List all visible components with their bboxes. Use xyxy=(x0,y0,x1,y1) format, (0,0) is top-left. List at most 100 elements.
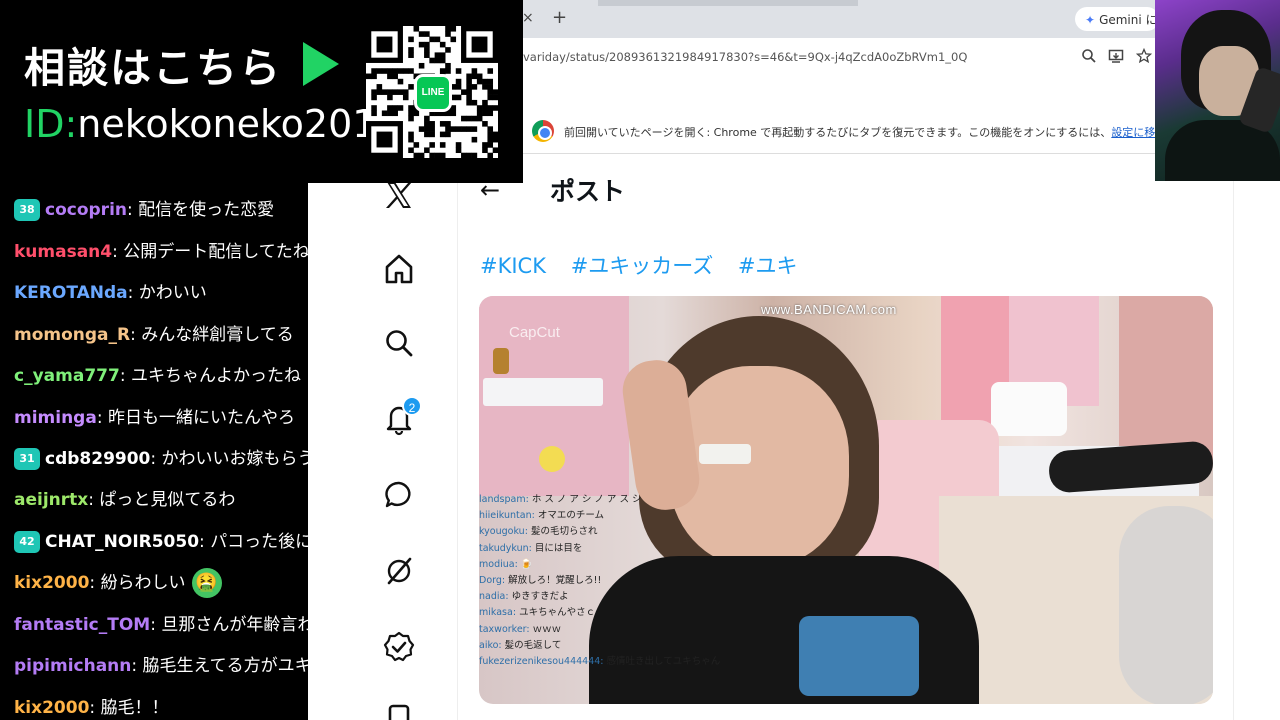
chat-message: aeijnrtx: ぱっと見似てるわ xyxy=(14,485,235,515)
chat-message: miminga: 昨日も一緒にいたんやろ xyxy=(14,403,295,433)
gemini-button[interactable]: ✦Gemini に相 xyxy=(1075,7,1159,31)
chat-message: kix2000: 脇毛！！ xyxy=(14,693,169,720)
zoom-icon[interactable] xyxy=(1081,48,1097,64)
chat-username[interactable]: c_yama777 xyxy=(14,366,120,386)
bookmark-star-icon[interactable] xyxy=(1135,47,1153,64)
consult-banner: 相談はこちら ID:nekokoneko2018 LINE xyxy=(0,0,523,183)
verified-icon[interactable] xyxy=(382,630,416,664)
video-chat-line: fukezerizenikesou444444: 感情吐き出してユキちゃん xyxy=(479,656,721,668)
chat-message: momonga_R: みんな絆創膏してる xyxy=(14,320,294,350)
chat-username[interactable]: miminga xyxy=(14,408,97,428)
chat-separator: : xyxy=(96,408,108,428)
white-shelf xyxy=(483,378,603,406)
shirt-print xyxy=(799,616,919,696)
search-icon[interactable] xyxy=(382,326,416,360)
video-chat-line: landspam: ホ ス ノ ア シ ノ ア ス シ xyxy=(479,494,642,505)
subscriber-badge: 38 xyxy=(14,199,40,221)
line-id-label: ID: xyxy=(24,102,78,146)
niconico-plush xyxy=(991,382,1067,436)
hashtag-link[interactable]: #ユキッカーズ xyxy=(571,254,714,278)
messages-icon[interactable] xyxy=(382,478,416,512)
grok-icon[interactable] xyxy=(382,554,416,588)
chat-text: 脇毛！！ xyxy=(100,698,169,718)
chat-text: 旦那さんが年齢言わ xyxy=(161,615,308,635)
chrome-logo-icon xyxy=(532,120,554,142)
hashtag-link[interactable]: #KICK xyxy=(480,254,546,278)
shelf-bottle xyxy=(493,348,509,374)
chat-username[interactable]: kumasan4 xyxy=(14,242,112,262)
chat-username[interactable]: kix2000 xyxy=(14,573,89,593)
subscriber-badge: 42 xyxy=(14,531,40,553)
chat-username[interactable]: pipimichann xyxy=(14,656,131,676)
chat-separator: : xyxy=(119,366,131,386)
video-chat-overlay: landspam: ホ ス ノ ア シ ノ ア ス シ hiieikuntan:… xyxy=(479,492,779,670)
hashtag-link[interactable]: #ユキ xyxy=(738,254,798,278)
pink-wall xyxy=(1119,296,1213,466)
post-column: ← ポスト #KICK #ユキッカーズ #ユキ www.BANDICAM.com… xyxy=(458,154,1234,720)
x-logo-icon[interactable] xyxy=(382,178,416,212)
tab-close-icon[interactable]: × xyxy=(522,10,534,26)
bookmarks-icon[interactable] xyxy=(382,702,416,720)
chat-text: 脇毛生えてる方がユキ xyxy=(142,656,308,676)
chat-separator: : xyxy=(127,200,139,220)
install-app-icon[interactable] xyxy=(1108,48,1124,64)
sick-emote-icon: 🤮 xyxy=(191,568,222,598)
hashtag-list: #KICK #ユキッカーズ #ユキ xyxy=(480,250,816,280)
post-video[interactable]: www.BANDICAM.com CapCut landspam: ホ ス ノ … xyxy=(479,296,1213,704)
chat-message: fantastic_TOM: 旦那さんが年齢言わ xyxy=(14,610,308,640)
chat-message: kix2000: 紛らわしい 🤮 xyxy=(14,568,222,598)
stream-chat: fantastic_TOM: 38かもわからんよ38cocoprin: 配信を使… xyxy=(0,170,308,720)
chat-text: みんな絆創膏してる xyxy=(141,325,294,345)
gemini-label: Gemini に相 xyxy=(1099,13,1159,27)
chat-text: ユキちゃんよかったね xyxy=(130,366,301,386)
capcut-watermark: CapCut xyxy=(509,324,560,341)
home-icon[interactable] xyxy=(382,252,416,286)
chat-message: c_yama777: ユキちゃんよかったね xyxy=(14,361,301,391)
chat-separator: : xyxy=(150,615,162,635)
play-arrow-icon xyxy=(303,42,339,86)
video-chat-line: kyougoku: 髪の毛切らされ xyxy=(479,526,598,538)
new-tab-button[interactable]: + xyxy=(552,7,567,28)
plush-cat xyxy=(1119,506,1213,704)
chat-username[interactable]: fantastic_TOM xyxy=(14,615,150,635)
chat-username[interactable]: KEROTANda xyxy=(14,283,128,303)
chat-username[interactable]: CHAT_NOIR5050 xyxy=(45,532,199,552)
chat-message: pipimichann: 脇毛生えてる方がユキ xyxy=(14,651,308,681)
streamer-webcam xyxy=(1155,0,1280,181)
infobar-message: 前回開いていたページを開く: Chrome で再起動するたびにタブを復元できます… xyxy=(564,126,1112,139)
video-chat-line: hiieikuntan: オマエのチーム xyxy=(479,510,605,522)
chat-username[interactable]: momonga_R xyxy=(14,325,130,345)
chat-message: kumasan4: 公開デート配信してたね xyxy=(14,237,308,267)
chat-text: ぱっと見似てるわ xyxy=(99,490,236,510)
chat-text: 紛らわしい xyxy=(100,573,186,593)
chat-separator: : xyxy=(89,698,101,718)
subscriber-badge: 31 xyxy=(14,448,40,470)
chat-separator: : xyxy=(89,573,101,593)
banner-title: 相談はこちら xyxy=(24,44,282,92)
line-id-value: nekokoneko2018 xyxy=(77,102,401,146)
gemini-spark-icon: ✦ xyxy=(1085,13,1096,27)
chat-separator: : xyxy=(199,532,211,552)
chat-text: 公開デート配信してたね xyxy=(123,242,308,262)
page-title: ポスト xyxy=(550,177,626,206)
chat-separator: : xyxy=(88,490,100,510)
x-sidebar: 2 xyxy=(308,154,458,720)
infobar-text: 前回開いていたページを開く: Chrome で再起動するたびにタブを復元できます… xyxy=(564,124,1177,140)
active-tab-edge xyxy=(598,0,858,6)
chat-username[interactable]: cdb829900 xyxy=(45,449,150,469)
video-chat-line: taxworker: ｗｗｗ xyxy=(479,623,562,635)
line-id: ID:nekokoneko2018 xyxy=(24,102,401,146)
video-chat-line: aiko: 髪の毛返して xyxy=(479,639,562,651)
chat-separator: : xyxy=(130,325,142,345)
chat-username[interactable]: cocoprin xyxy=(45,200,127,220)
chat-username[interactable]: kix2000 xyxy=(14,698,89,718)
chat-username[interactable]: aeijnrtx xyxy=(14,490,88,510)
line-logo-icon: LINE xyxy=(414,74,452,112)
chat-message: 38 cocoprin: 配信を使った恋愛 xyxy=(14,195,274,225)
address-bar[interactable]: variday/status/2089361321984917830?s=46&… xyxy=(523,50,967,64)
chat-separator: : xyxy=(131,656,143,676)
chat-separator: : xyxy=(150,449,162,469)
bandicam-watermark: www.BANDICAM.com xyxy=(761,302,897,317)
video-chat-line: mikasa: ユキちゃんやさｃ xyxy=(479,607,596,619)
video-chat-line: Dorg: 解放しろ！覚醒しろ!! xyxy=(479,575,602,587)
